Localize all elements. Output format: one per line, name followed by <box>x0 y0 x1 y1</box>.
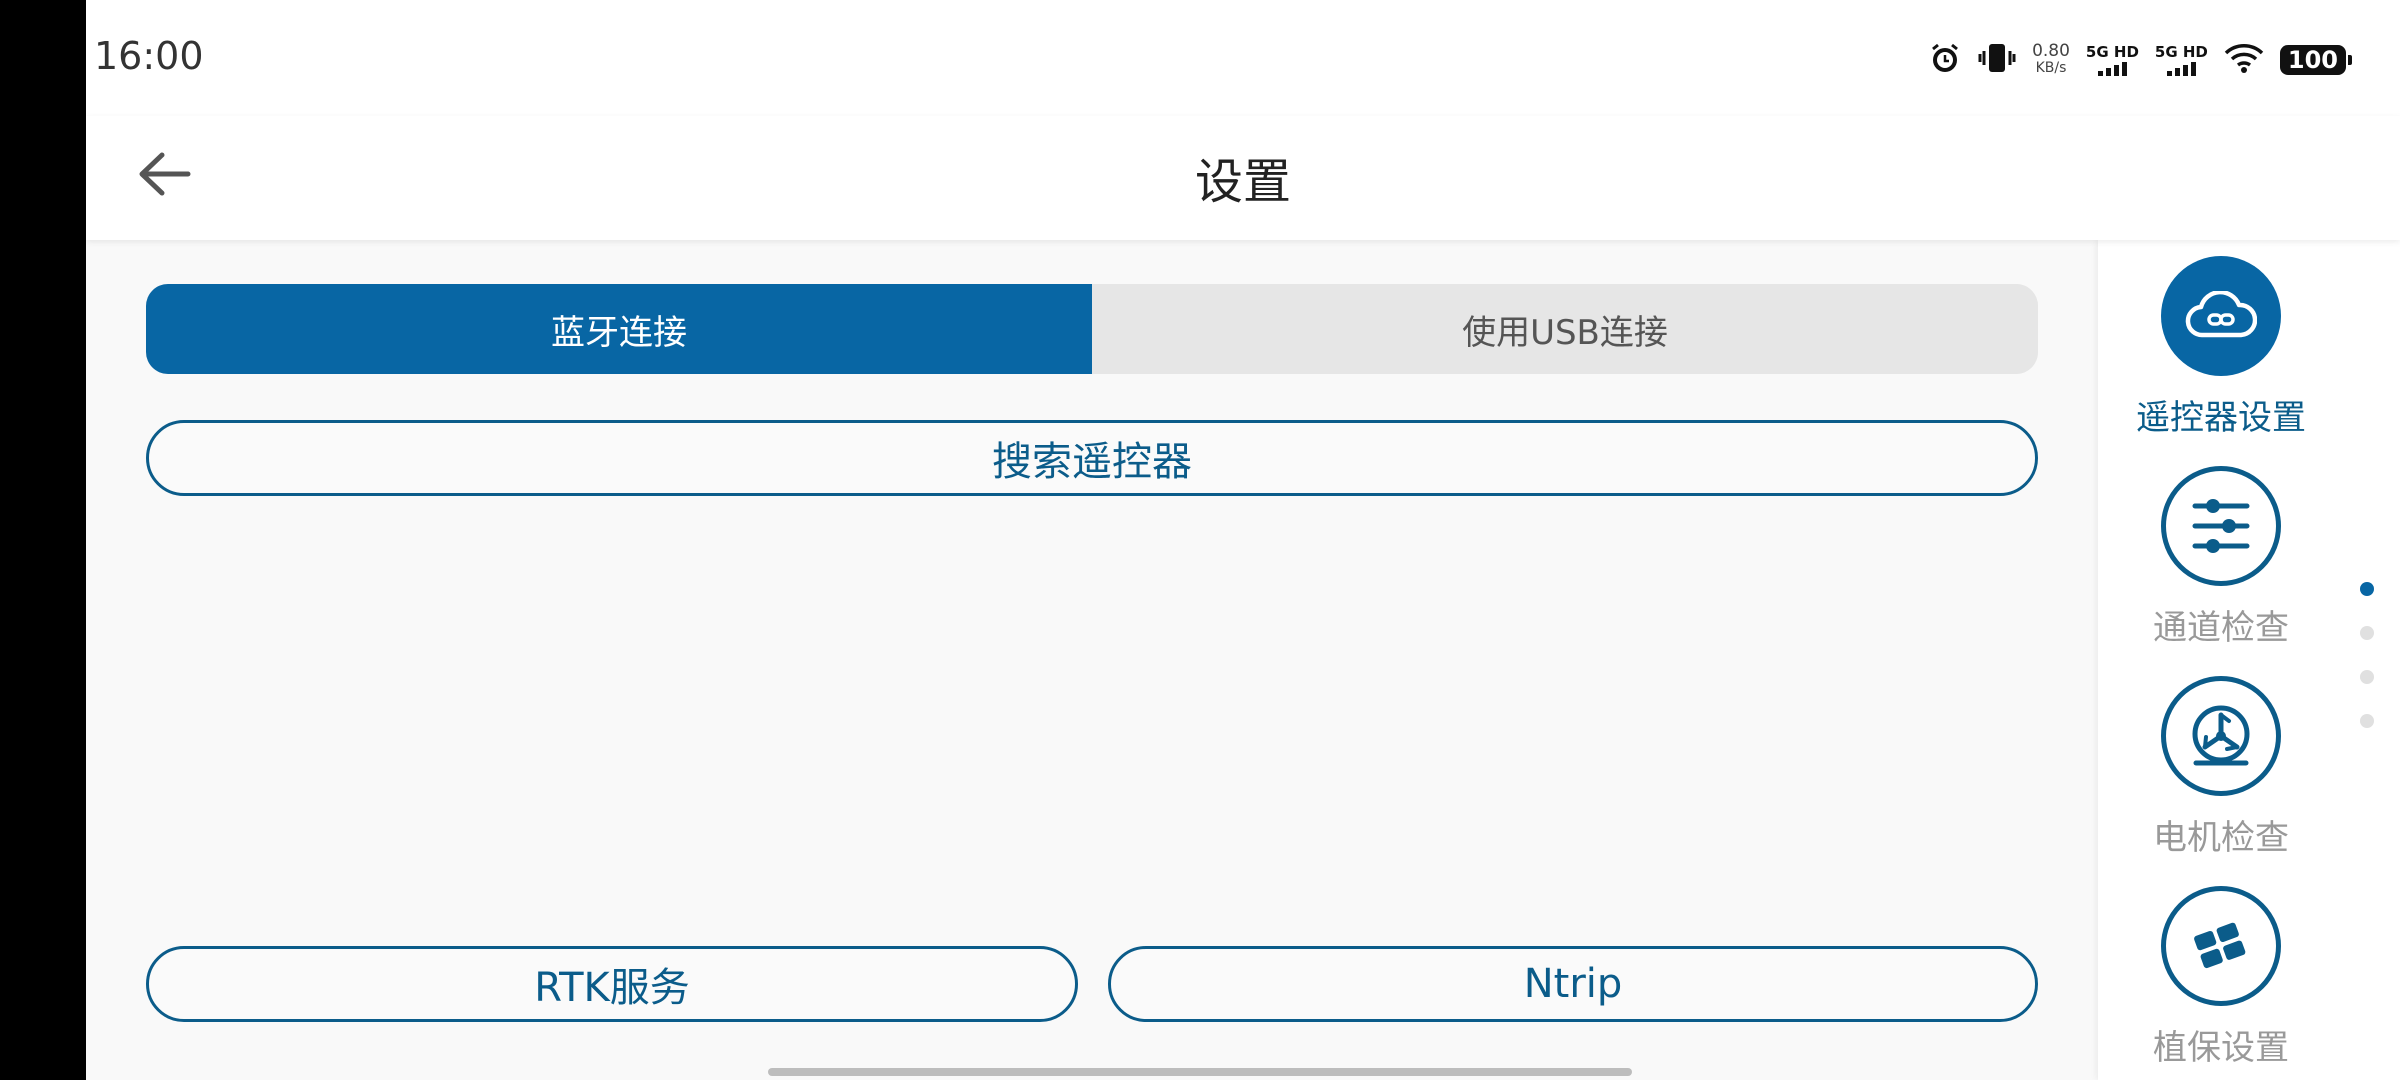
wifi-icon <box>2224 42 2264 78</box>
tab-usb[interactable]: 使用USB连接 <box>1092 284 2038 374</box>
battery-icon: 100 <box>2279 45 2353 75</box>
sidebar: 遥控器设置 通道检查 电机检查 植保设置 <box>2098 240 2400 1080</box>
header: 设置 <box>86 116 2400 240</box>
net-speed-value: 0.80 <box>2032 41 2070 61</box>
net-speed-unit: KB/s <box>2035 60 2067 76</box>
page-title: 设置 <box>1194 154 1291 210</box>
sidebar-item-label: 电机检查 <box>2153 818 2289 858</box>
home-indicator[interactable] <box>768 1068 1632 1076</box>
left-black-bar <box>0 0 86 1080</box>
status-icons: 0.80 KB/s 5G HD 5G HD 100 <box>1928 40 2353 80</box>
net-speed: 0.80 KB/s <box>2032 43 2070 77</box>
cloud-link-icon <box>2161 256 2281 376</box>
page-dot[interactable] <box>2360 582 2374 596</box>
page-indicator <box>2360 582 2374 728</box>
field-grid-icon <box>2161 886 2281 1006</box>
sidebar-item-remote-settings[interactable]: 遥控器设置 <box>2098 256 2344 439</box>
sidebar-item-motor-check[interactable]: 电机检查 <box>2098 676 2344 859</box>
tab-bluetooth[interactable]: 蓝牙连接 <box>146 284 1092 374</box>
sim2-label: 5G HD <box>2154 43 2208 61</box>
page-dot[interactable] <box>2360 626 2374 640</box>
main-content: 蓝牙连接 使用USB连接 搜索遥控器 RTK服务 Ntrip <box>86 240 2098 1080</box>
motor-gauge-icon <box>2161 676 2281 796</box>
status-bar: 16:00 0.80 KB/s 5G HD 5G HD 100 <box>86 0 2400 116</box>
sidebar-item-label: 遥控器设置 <box>2136 398 2306 438</box>
connection-mode-tabs: 蓝牙连接 使用USB连接 <box>146 284 2038 374</box>
sidebar-item-label: 植保设置 <box>2153 1028 2289 1068</box>
page-dot[interactable] <box>2360 670 2374 684</box>
sidebar-item-channel-check[interactable]: 通道检查 <box>2098 466 2344 649</box>
search-remote-button[interactable]: 搜索遥控器 <box>146 420 2038 496</box>
signal-icon: 5G HD <box>2086 44 2139 76</box>
status-time: 16:00 <box>94 34 204 78</box>
signal-icon: 5G HD <box>2155 44 2208 76</box>
alarm-icon <box>1928 41 1962 79</box>
sidebar-item-crop-protection-settings[interactable]: 植保设置 <box>2098 886 2344 1069</box>
sidebar-item-label: 通道检查 <box>2153 608 2289 648</box>
sliders-icon <box>2161 466 2281 586</box>
battery-level: 100 <box>2287 46 2338 74</box>
rtk-service-button[interactable]: RTK服务 <box>146 946 1078 1022</box>
ntrip-button[interactable]: Ntrip <box>1108 946 2038 1022</box>
sim1-label: 5G HD <box>2085 43 2139 61</box>
page-dot[interactable] <box>2360 714 2374 728</box>
vibrate-icon <box>1978 41 2016 79</box>
